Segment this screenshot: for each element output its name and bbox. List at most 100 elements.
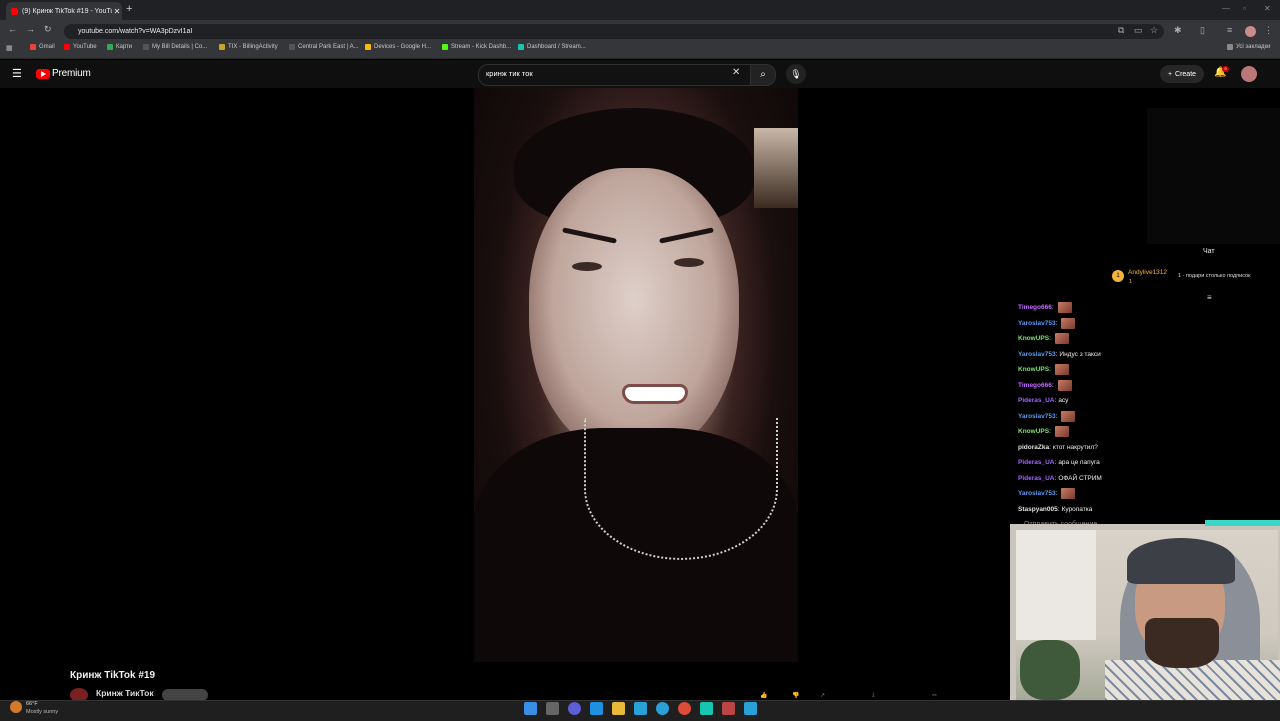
menu-settings-icon[interactable]: ≡ <box>1227 25 1232 35</box>
chat-emote-icon <box>1054 364 1069 376</box>
chrome-icon[interactable] <box>678 702 691 715</box>
dashboard-icon <box>518 44 524 50</box>
obs-icon[interactable] <box>700 702 713 715</box>
like-icon[interactable]: 👍 <box>760 692 767 699</box>
sidepanel-icon[interactable]: ▯ <box>1200 25 1205 36</box>
extensions-icon[interactable]: ✱ <box>1174 25 1182 36</box>
chat-separator: : <box>1054 459 1057 466</box>
chat-separator: : <box>1055 350 1058 358</box>
chat-message: Yaroslav753: <box>1018 409 1268 425</box>
close-tab-icon[interactable]: ✕ <box>112 7 122 16</box>
chat-emote-icon <box>1054 426 1069 438</box>
chat-username[interactable]: Pideras_UA <box>1018 393 1055 409</box>
file-explorer-icon[interactable] <box>612 702 625 715</box>
chat-username[interactable]: KnowUPS <box>1018 331 1049 347</box>
chat-username[interactable]: Pideras_UA <box>1018 471 1055 487</box>
chat-username[interactable]: Yaroslav753 <box>1018 409 1056 425</box>
bookmark-gmail[interactable]: Gmail <box>30 44 55 50</box>
page-icon <box>289 44 295 50</box>
bookmark-bill-details[interactable]: My Bill Details | Co... <box>143 44 207 50</box>
bookmark-maps[interactable]: Карти <box>107 44 132 50</box>
share-icon[interactable]: ↗ <box>820 692 825 699</box>
youtube-logo-icon[interactable] <box>36 69 50 79</box>
video-player[interactable] <box>474 88 798 662</box>
chat-message: pidoraZka: ктот накрутил? <box>1018 440 1268 456</box>
bookmark-tix[interactable]: TIX - BillingActivity <box>219 44 278 50</box>
chat-message-list[interactable]: Timego666: Yaroslav753: KnowUPS: Yaroslav75… <box>1018 300 1268 517</box>
all-bookmarks[interactable]: Усі закладки <box>1227 44 1271 50</box>
chat-emote-icon <box>1061 317 1076 329</box>
bookmark-star-icon[interactable]: ☆ <box>1150 25 1158 36</box>
chat-username[interactable]: pidoraZka <box>1018 440 1049 456</box>
new-tab-icon[interactable]: + <box>126 3 132 15</box>
folder-icon <box>1227 44 1233 50</box>
chat-separator: : <box>1049 428 1051 435</box>
forward-icon[interactable]: → <box>26 24 35 34</box>
browser-tab[interactable]: (9) Кринж TikTok #19 - YouTube ✕ <box>6 2 122 20</box>
chat-message: Staspyan005: Куропатка <box>1018 502 1268 518</box>
search-input[interactable]: кринж тик ток <box>486 69 533 78</box>
download-icon[interactable]: ⤓ <box>872 692 875 699</box>
hamburger-menu-icon[interactable]: ☰ <box>12 67 22 80</box>
url-text[interactable]: youtube.com/watch?v=WA3pDzvI1aI <box>78 25 192 38</box>
chat-username[interactable]: Timego666 <box>1018 300 1052 316</box>
apps-grid-icon[interactable]: ▦ <box>6 44 13 52</box>
bookmark-central-park[interactable]: Central Park East | A... <box>289 44 359 50</box>
chat-username[interactable]: Timego666 <box>1018 378 1052 394</box>
chat-username[interactable]: Yaroslav753 <box>1018 486 1056 502</box>
chat-message: Yaroslav753: <box>1018 316 1268 332</box>
app-icon[interactable] <box>568 702 581 715</box>
close-window-icon[interactable]: ✕ <box>1264 4 1271 13</box>
bookmark-kick[interactable]: Stream - Kick Dashb... <box>442 44 511 50</box>
weather-temp: 66°F <box>26 701 38 707</box>
dislike-icon[interactable]: 👎 <box>792 692 799 699</box>
pinned-user[interactable]: Andylive1312 <box>1128 269 1167 276</box>
chat-separator: : <box>1055 412 1058 420</box>
chat-separator: : <box>1055 490 1058 497</box>
telegram-2-icon[interactable] <box>656 702 669 715</box>
chat-username[interactable]: Staspyan005 <box>1018 502 1058 518</box>
search-button[interactable]: ⌕ <box>750 64 776 86</box>
windows-start-icon[interactable] <box>524 702 537 715</box>
active-app-icon[interactable] <box>722 702 735 715</box>
cast-icon[interactable]: ▭ <box>1134 25 1143 36</box>
bookmark-youtube[interactable]: YouTube <box>64 44 97 50</box>
chat-username[interactable]: Yaroslav753 <box>1018 347 1056 363</box>
back-icon[interactable]: ← <box>8 24 17 34</box>
chat-username[interactable]: KnowUPS <box>1018 424 1049 440</box>
translate-icon[interactable]: ⧉ <box>1118 25 1124 36</box>
video-eye-left <box>572 262 602 271</box>
voice-search-button[interactable]: 🎙 <box>786 64 806 84</box>
bookmark-dashboard[interactable]: Dashboard / Stream... <box>518 44 586 50</box>
channel-name[interactable]: Кринж ТикТок <box>96 688 154 698</box>
pinned-badge: 1 <box>1112 270 1124 282</box>
pinned-sub-count: 1 <box>1129 279 1133 285</box>
create-button[interactable]: + Create <box>1160 65 1204 83</box>
weather-sun-icon[interactable] <box>10 701 22 713</box>
reload-icon[interactable]: ↻ <box>44 24 52 35</box>
chat-username[interactable]: Yaroslav753 <box>1018 316 1056 332</box>
webcam-beard <box>1145 618 1219 668</box>
clear-search-icon[interactable]: ✕ <box>732 67 740 78</box>
video-chain <box>584 418 778 560</box>
telegram-3-icon[interactable] <box>744 702 757 715</box>
kick-icon <box>442 44 448 50</box>
minimize-icon[interactable]: — <box>1222 4 1230 13</box>
chat-username[interactable]: KnowUPS <box>1018 362 1049 378</box>
chat-separator: : <box>1054 474 1057 482</box>
task-view-icon[interactable] <box>546 702 559 715</box>
bookmark-devices[interactable]: Devices - Google H... <box>365 44 431 50</box>
video-title: Кринж TikTok #19 <box>70 670 156 681</box>
clip-icon[interactable]: ✂ <box>932 692 937 699</box>
youtube-account-avatar[interactable] <box>1241 66 1257 82</box>
more-menu-icon[interactable]: ⋮ <box>1264 25 1273 36</box>
address-bar[interactable] <box>64 24 1164 39</box>
telegram-icon[interactable] <box>634 702 647 715</box>
profile-avatar[interactable] <box>1245 26 1256 37</box>
maximize-icon[interactable]: ▫ <box>1243 4 1246 13</box>
chat-separator: : <box>1049 443 1051 451</box>
youtube-premium-label[interactable]: Premium <box>52 68 91 79</box>
chat-message: Yaroslav753: Индус з такси <box>1018 347 1268 363</box>
chat-username[interactable]: Pideras_UA <box>1018 455 1055 471</box>
edge-icon[interactable] <box>590 702 603 715</box>
